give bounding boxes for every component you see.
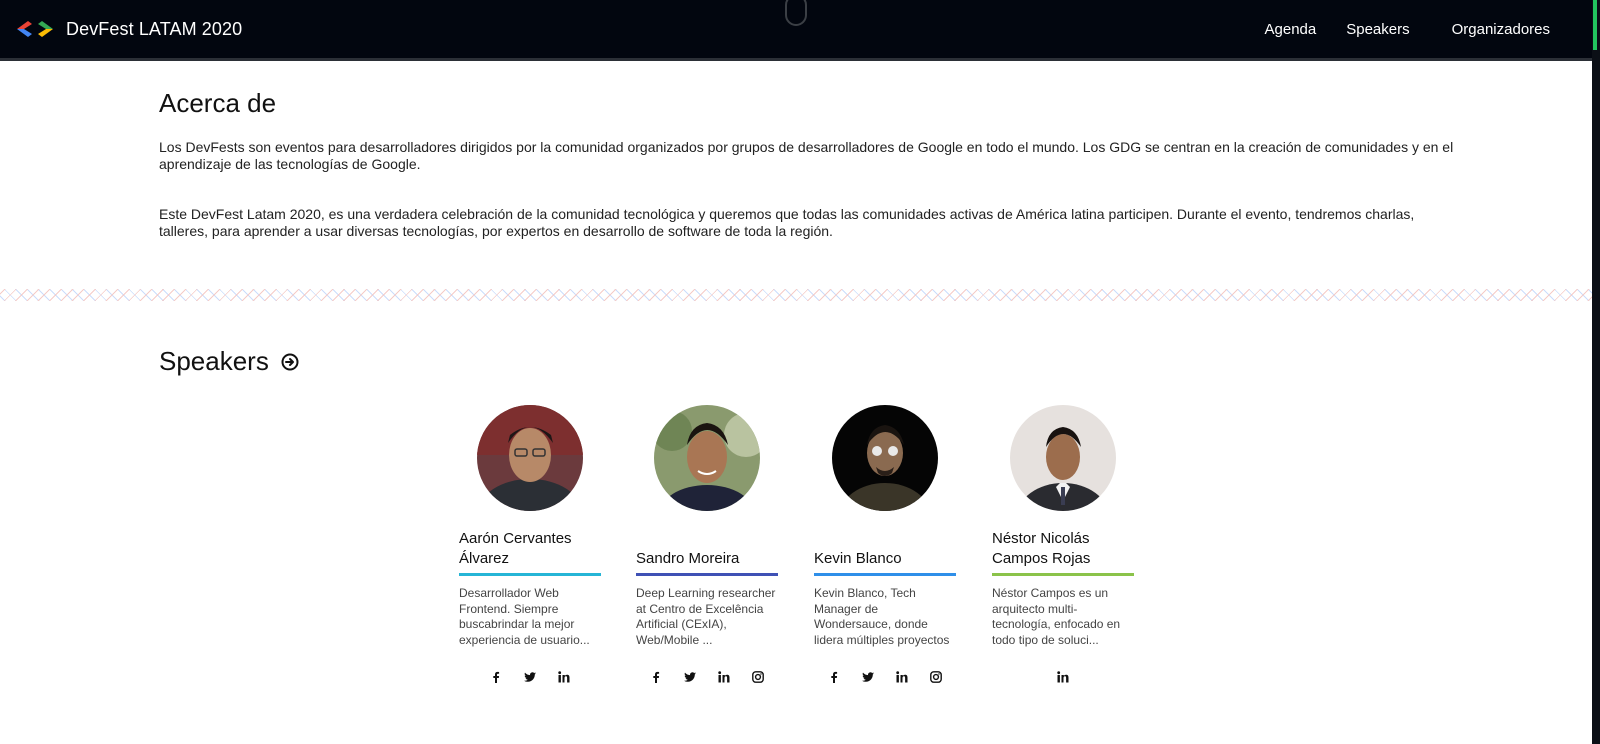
linkedin-icon[interactable]	[893, 668, 911, 686]
facebook-icon[interactable]	[647, 668, 665, 686]
accent-rule	[459, 573, 601, 576]
arrow-right-circle-icon[interactable]	[281, 353, 299, 371]
facebook-icon[interactable]	[487, 668, 505, 686]
avatar[interactable]	[654, 405, 760, 511]
speaker-bio: Kevin Blanco, Tech Manager de Wondersauc…	[814, 586, 950, 650]
nav-organizadores-link[interactable]: Organizadores	[1452, 21, 1550, 38]
nav-speakers-link[interactable]: Speakers	[1346, 21, 1409, 38]
scrollbar-thumb[interactable]	[1593, 0, 1597, 50]
instagram-icon[interactable]	[927, 668, 945, 686]
speaker-name[interactable]: Aarón Cervantes Álvarez	[459, 529, 601, 569]
twitter-icon[interactable]	[859, 668, 877, 686]
speaker-card[interactable]: Aarón Cervantes Álvarez Desarrollador We…	[459, 405, 601, 686]
speakers-heading: Speakers	[159, 346, 269, 376]
brand[interactable]: DevFest LATAM 2020	[17, 19, 242, 40]
accent-rule	[814, 573, 956, 576]
twitter-icon[interactable]	[681, 668, 699, 686]
speaker-bio: Desarrollador Web Frontend. Siempre busc…	[459, 586, 590, 647]
social-links	[459, 668, 601, 686]
speaker-name[interactable]: Néstor Nicolás Campos Rojas	[992, 529, 1134, 569]
site-title: DevFest LATAM 2020	[66, 18, 243, 39]
linkedin-icon[interactable]	[555, 668, 573, 686]
about-section: Acerca de Los DevFests son eventos para …	[159, 88, 1459, 240]
linkedin-icon[interactable]	[715, 668, 733, 686]
linkedin-icon[interactable]	[1054, 668, 1072, 686]
avatar[interactable]	[477, 405, 583, 511]
twitter-icon[interactable]	[521, 668, 539, 686]
decorative-divider	[0, 289, 1592, 301]
main-nav: Agenda Speakers Organizadores	[1265, 21, 1550, 38]
social-links	[992, 668, 1134, 686]
speaker-card[interactable]: Néstor Nicolás Campos Rojas Néstor Campo…	[992, 405, 1134, 686]
devfest-logo-icon	[17, 21, 53, 37]
speaker-card[interactable]: Sandro Moreira Deep Learning researcher …	[636, 405, 778, 686]
top-navbar: DevFest LATAM 2020 Agenda Speakers Organ…	[0, 0, 1592, 61]
speaker-name[interactable]: Sandro Moreira	[636, 549, 739, 569]
about-paragraph-1: Los DevFests son eventos para desarrolla…	[159, 139, 1454, 172]
speaker-bio: Néstor Campos es un arquitecto multi-tec…	[992, 586, 1121, 647]
social-links	[636, 668, 778, 686]
instagram-icon[interactable]	[749, 668, 767, 686]
facebook-icon[interactable]	[825, 668, 843, 686]
nav-agenda-link[interactable]: Agenda	[1265, 21, 1317, 38]
social-links	[814, 668, 956, 686]
speaker-card[interactable]: Kevin Blanco Kevin Blanco, Tech Manager …	[814, 405, 956, 686]
scroll-indicator-icon	[785, 0, 807, 26]
about-heading: Acerca de	[159, 88, 277, 118]
speakers-header[interactable]: Speakers	[159, 346, 299, 377]
accent-rule	[992, 573, 1134, 576]
page-scrollbar[interactable]	[1592, 0, 1600, 744]
speaker-name[interactable]: Kevin Blanco	[814, 549, 902, 569]
about-paragraph-2: Este DevFest Latam 2020, es una verdader…	[159, 206, 1415, 239]
avatar[interactable]	[832, 405, 938, 511]
speaker-bio: Deep Learning researcher at Centro de Ex…	[636, 586, 776, 647]
avatar[interactable]	[1010, 405, 1116, 511]
accent-rule	[636, 573, 778, 576]
